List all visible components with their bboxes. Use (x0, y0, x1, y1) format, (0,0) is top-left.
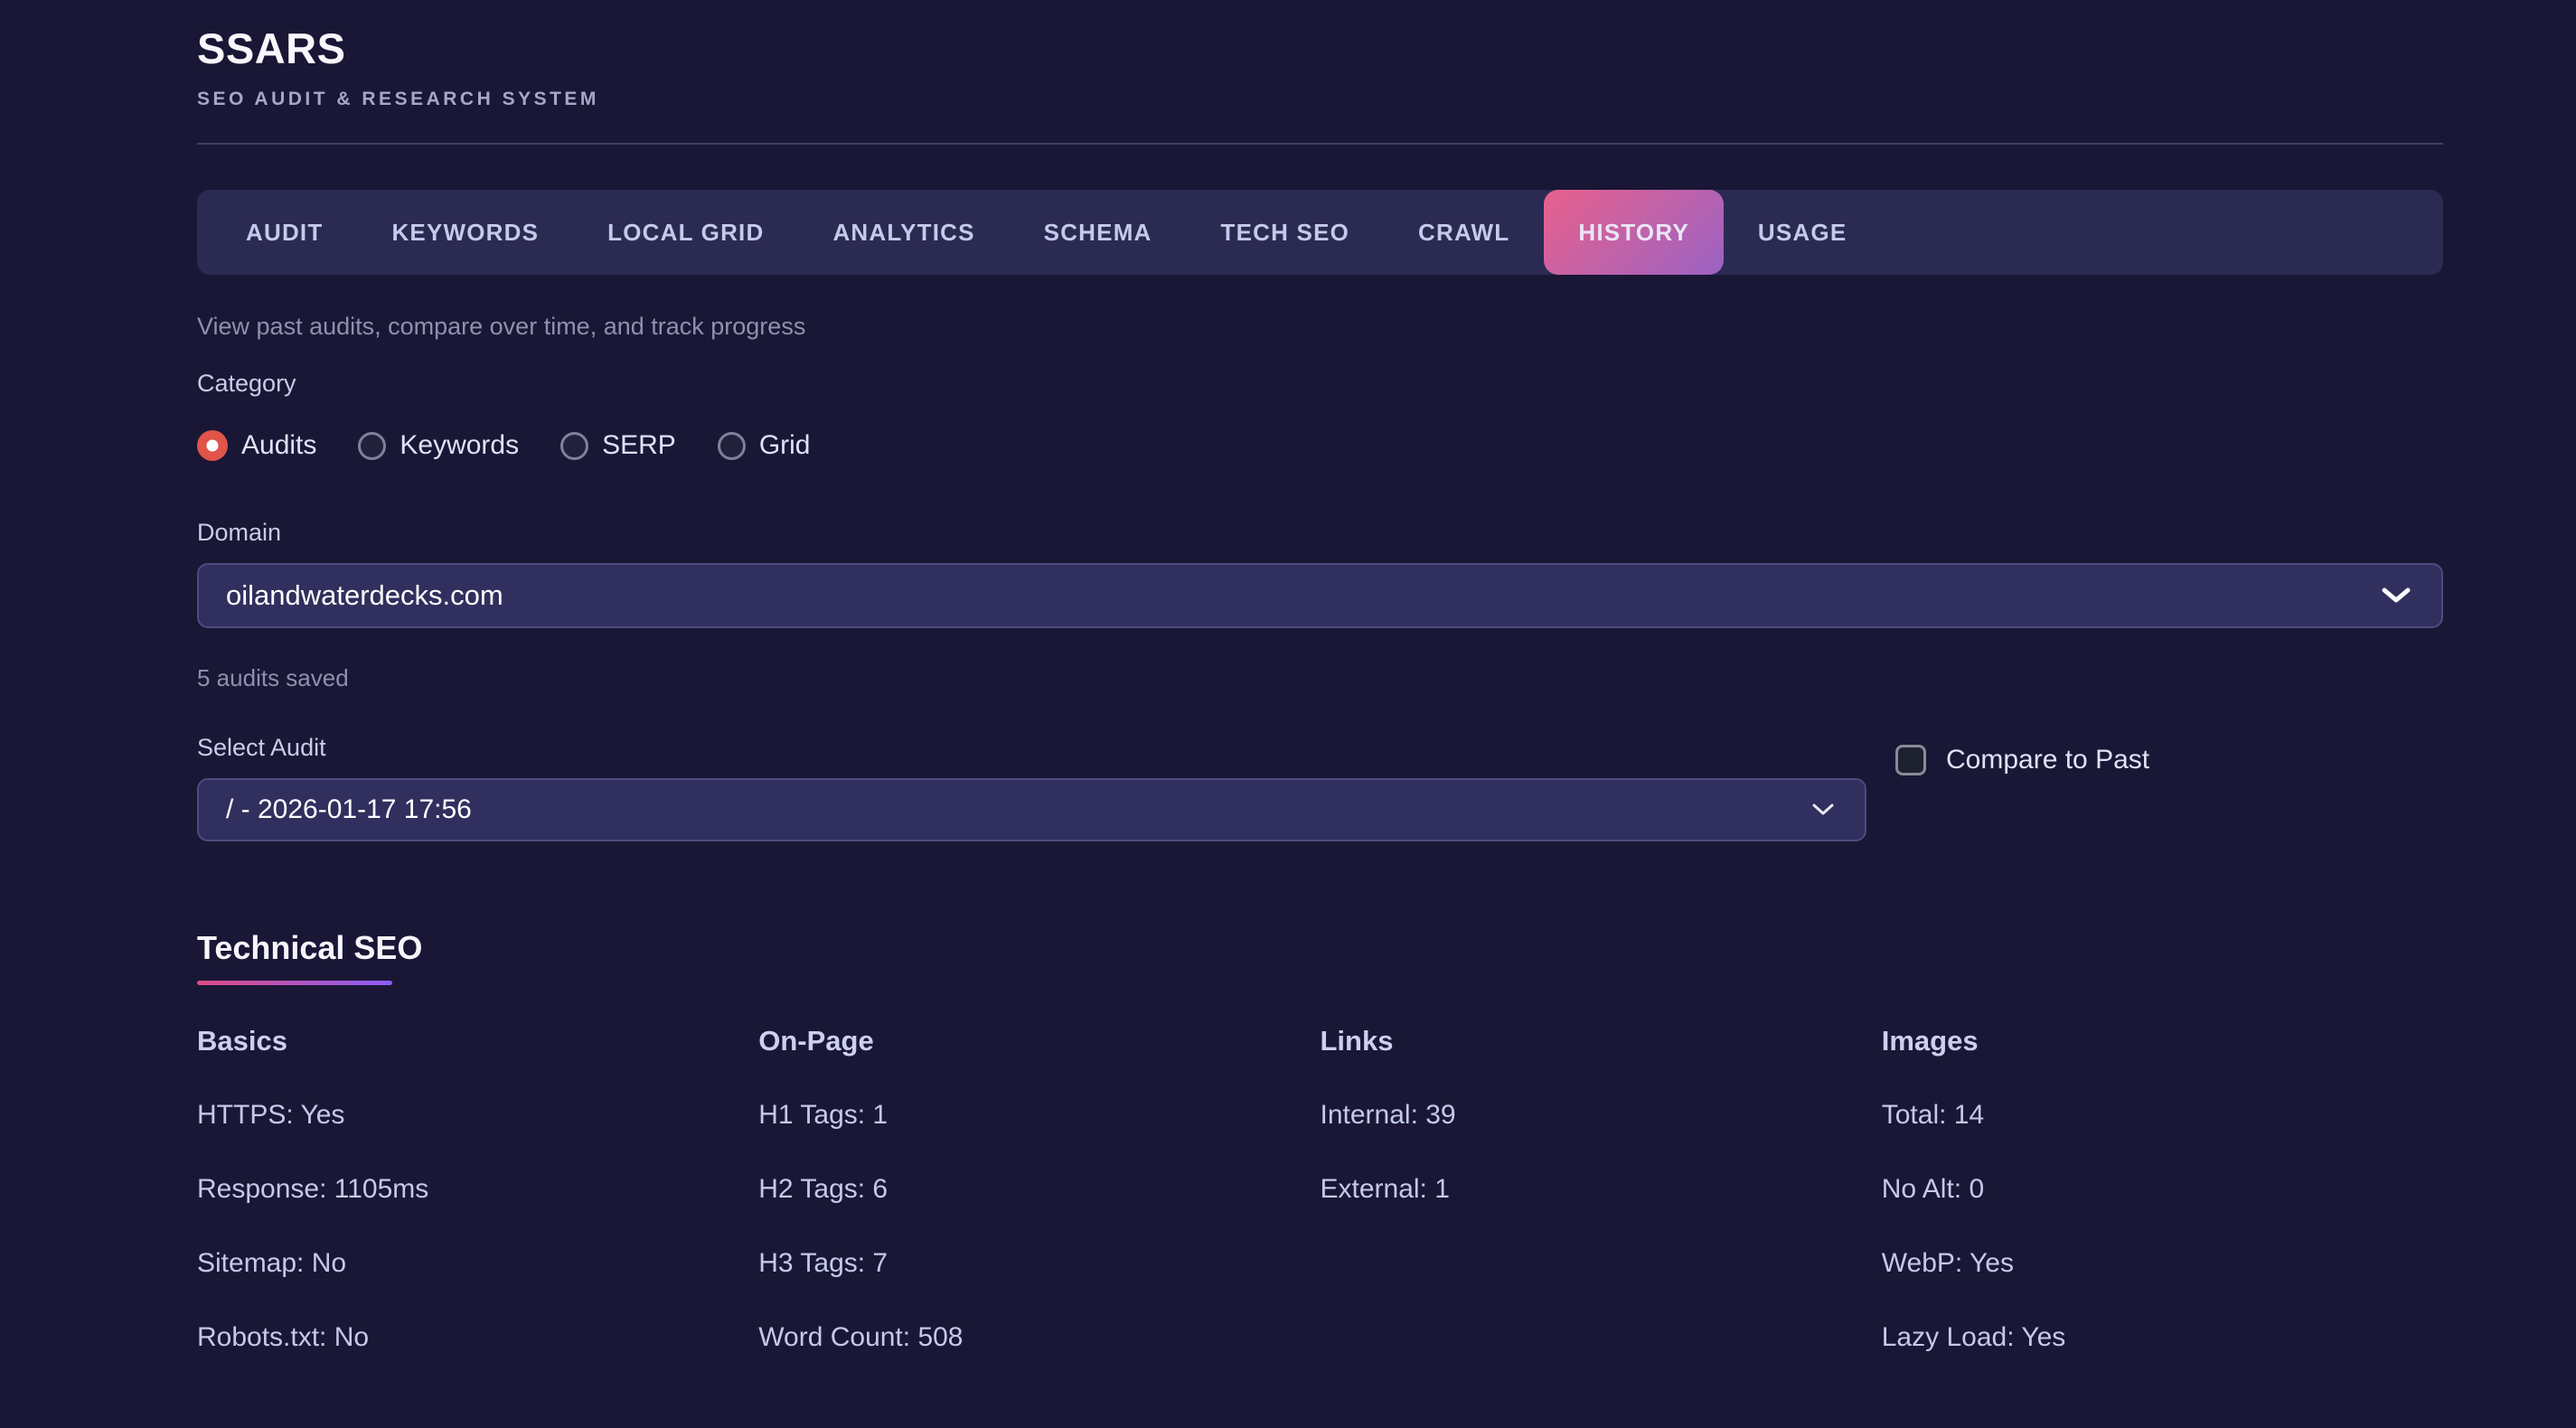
app-subtitle: SEO AUDIT & RESEARCH SYSTEM (197, 89, 2443, 110)
category-label: Category (197, 370, 2443, 398)
radio-option-grid[interactable]: Grid (718, 430, 811, 461)
radio-circle-keywords[interactable] (358, 432, 386, 460)
tech-column-images: Images Total: 14 No Alt: 0 WebP: Yes Lazy Lo… (1882, 1027, 2443, 1397)
audit-select-value: / - 2026-01-17 17:56 (226, 794, 472, 825)
tech-column-rows: HTTPS: Yes Response: 1105ms Sitemap: No Rob… (197, 1101, 758, 1352)
domain-select-value: oilandwaterdecks.com (226, 579, 503, 612)
tech-column-title: Images (1882, 1027, 2443, 1056)
radio-circle-serp[interactable] (560, 432, 588, 460)
tech-stat-row: Lazy Load: Yes (1882, 1323, 2443, 1352)
tab-bar: AUDITKEYWORDSLOCAL GRIDANALYTICSSCHEMATE… (197, 190, 2443, 275)
audit-select[interactable]: / - 2026-01-17 17:56 (197, 778, 1866, 841)
header-divider (197, 143, 2443, 145)
tech-stat-row: H2 Tags: 6 (758, 1175, 1320, 1204)
radio-option-serp[interactable]: SERP (560, 430, 676, 461)
tech-stat-row: H1 Tags: 1 (758, 1101, 1320, 1130)
history-page: SSARS SEO AUDIT & RESEARCH SYSTEM AUDITK… (0, 0, 2576, 1397)
audits-saved-count: 5 audits saved (197, 664, 2443, 692)
tech-stat-row: Robots.txt: No (197, 1323, 758, 1352)
radio-option-keywords[interactable]: Keywords (358, 430, 519, 461)
tech-column-rows: H1 Tags: 1 H2 Tags: 6 H3 Tags: 7 Word Count… (758, 1101, 1320, 1352)
compare-to-past-option[interactable]: Compare to Past (1895, 745, 2149, 775)
tech-column-title: Basics (197, 1027, 758, 1056)
app-title: SSARS (197, 23, 2443, 73)
tab-analytics[interactable]: ANALYTICS (798, 190, 1009, 275)
tech-stat-row: Internal: 39 (1321, 1101, 1882, 1130)
tab-crawl[interactable]: CRAWL (1384, 190, 1544, 275)
section-title-underline (197, 981, 392, 985)
tech-column-rows: Internal: 39 External: 1 (1321, 1101, 1882, 1204)
tech-column-title: Links (1321, 1027, 1882, 1056)
radio-circle-audits[interactable] (197, 430, 228, 461)
radio-circle-grid[interactable] (718, 432, 746, 460)
tech-stat-row: No Alt: 0 (1882, 1175, 2443, 1204)
domain-select[interactable]: oilandwaterdecks.com (197, 563, 2443, 628)
tab-audit[interactable]: AUDIT (212, 190, 357, 275)
radio-option-audits[interactable]: Audits (197, 430, 316, 461)
tab-usage[interactable]: USAGE (1724, 190, 1881, 275)
compare-checkbox-label: Compare to Past (1946, 745, 2149, 775)
tab-keywords[interactable]: KEYWORDS (357, 190, 573, 275)
select-audit-label: Select Audit (197, 734, 1866, 762)
technical-seo-grid: Basics HTTPS: Yes Response: 1105ms Sitemap:… (197, 1027, 2443, 1397)
tech-stat-row: HTTPS: Yes (197, 1101, 758, 1130)
tech-stat-row: External: 1 (1321, 1175, 1882, 1204)
tech-stat-row: Sitemap: No (197, 1249, 758, 1278)
radio-label-serp: SERP (602, 430, 676, 461)
tech-column-on-page: On-Page H1 Tags: 1 H2 Tags: 6 H3 Tags: 7 Wor… (758, 1027, 1320, 1397)
tab-schema[interactable]: SCHEMA (1010, 190, 1187, 275)
history-description: View past audits, compare over time, and… (197, 313, 2443, 341)
select-audit-field: Select Audit / - 2026-01-17 17:56 (197, 734, 1866, 841)
radio-label-keywords: Keywords (400, 430, 519, 461)
chevron-down-icon (1812, 803, 1834, 816)
radio-label-audits: Audits (241, 430, 316, 461)
tech-stat-row: WebP: Yes (1882, 1249, 2443, 1278)
section-title: Technical SEO (197, 928, 2443, 968)
tech-stat-row: Word Count: 508 (758, 1323, 1320, 1352)
tech-column-rows: Total: 14 No Alt: 0 WebP: Yes Lazy Load: Ye… (1882, 1101, 2443, 1352)
tech-column-title: On-Page (758, 1027, 1320, 1056)
select-audit-row: Select Audit / - 2026-01-17 17:56 Compar… (197, 734, 2443, 841)
tech-stat-row: H3 Tags: 7 (758, 1249, 1320, 1278)
tech-column-basics: Basics HTTPS: Yes Response: 1105ms Sitemap:… (197, 1027, 758, 1397)
tab-local-grid[interactable]: LOCAL GRID (573, 190, 798, 275)
tech-stat-row: Response: 1105ms (197, 1175, 758, 1204)
tech-stat-row: Total: 14 (1882, 1101, 2443, 1130)
app-header: SSARS SEO AUDIT & RESEARCH SYSTEM (197, 23, 2443, 110)
compare-checkbox[interactable] (1895, 745, 1926, 775)
radio-label-grid: Grid (759, 430, 811, 461)
tech-column-links: Links Internal: 39 External: 1 (1321, 1027, 1882, 1397)
category-radio-group: Audits Keywords SERP Grid (197, 430, 2443, 461)
domain-label: Domain (197, 519, 2443, 547)
chevron-down-icon (2382, 587, 2411, 604)
tab-history[interactable]: HISTORY (1544, 190, 1724, 275)
tab-tech-seo[interactable]: TECH SEO (1187, 190, 1385, 275)
